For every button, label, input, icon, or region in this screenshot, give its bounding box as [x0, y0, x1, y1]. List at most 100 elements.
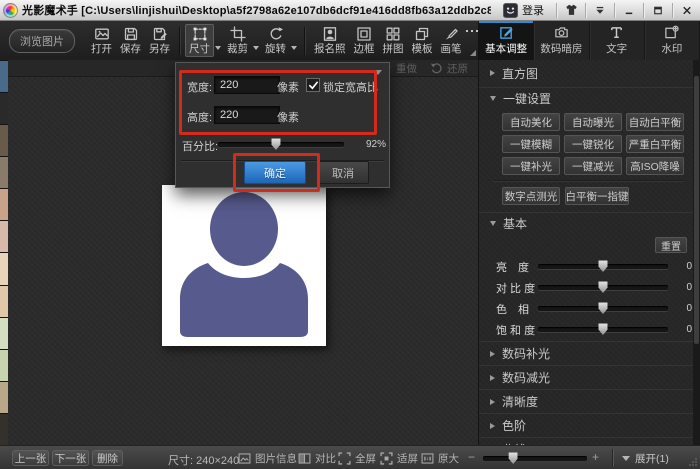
lock-aspect-checkbox[interactable]: [306, 78, 320, 92]
minimize-button[interactable]: [619, 2, 639, 18]
tab-text[interactable]: 文字: [590, 21, 645, 60]
onekey-extra-button[interactable]: 白平衡一指键: [565, 187, 629, 205]
image-size-text: 尺寸: 240×240: [168, 452, 239, 468]
onekey-button[interactable]: 自动美化: [502, 113, 560, 131]
title-bar: 光影魔术手 [C:\Users\linjishui\Desktop\a5f279…: [0, 0, 700, 21]
dropdown-caret-icon[interactable]: [215, 46, 221, 50]
onekey-button[interactable]: 一键补光: [502, 157, 560, 175]
login-label: 登录: [522, 2, 544, 18]
filmstrip-edge[interactable]: [0, 60, 8, 445]
slider-track[interactable]: [538, 264, 668, 269]
toolbar-item-brush[interactable]: 画笔: [437, 24, 466, 57]
toolbar-item-crop[interactable]: 裁剪: [223, 24, 252, 57]
zoom-slider-handle[interactable]: [509, 452, 518, 464]
onekey-button[interactable]: 一键锐化: [564, 135, 622, 153]
fit-screen-button[interactable]: 适屏: [380, 451, 418, 466]
onekey-button[interactable]: 一键减光: [564, 157, 622, 175]
collapse-button[interactable]: [590, 2, 610, 18]
prev-image-button[interactable]: 上一张: [12, 450, 49, 466]
toolbar-item-rotate[interactable]: 旋转: [261, 24, 290, 57]
login-button[interactable]: 登录: [495, 2, 552, 18]
section-collapsed-1[interactable]: 数码减光: [479, 365, 693, 389]
slider-track[interactable]: [538, 327, 668, 332]
adjust-slider-row: 对 比 度0: [479, 277, 693, 298]
cancel-button[interactable]: 取消: [317, 161, 369, 184]
toolbar-item-save-as[interactable]: 另存: [145, 24, 174, 57]
maximize-icon: [651, 4, 665, 17]
width-input[interactable]: [214, 76, 280, 94]
toolbar-separator: [179, 27, 180, 55]
percent-slider-handle[interactable]: [271, 138, 280, 150]
slider-handle[interactable]: [599, 281, 608, 293]
section-onekey-settings[interactable]: 一键设置: [479, 87, 693, 109]
slider-track[interactable]: [538, 285, 668, 290]
section-collapsed-4[interactable]: 曲线: [479, 437, 693, 445]
onekey-button[interactable]: 一键模糊: [502, 135, 560, 153]
fullscreen-button[interactable]: 全屏: [338, 451, 376, 466]
width-unit-label: 像素: [277, 79, 299, 95]
toolbar-item-resize[interactable]: 尺寸: [185, 24, 214, 57]
onekey-button[interactable]: 自动曝光: [564, 113, 622, 131]
scrollbar-thumb[interactable]: [694, 76, 699, 344]
section-collapsed-3[interactable]: 色阶: [479, 413, 693, 437]
image-info-button[interactable]: 图片信息: [238, 451, 297, 466]
toolbar-item-save[interactable]: 保存: [116, 24, 145, 57]
person-avatar-graphic: [162, 185, 326, 345]
restore-label: 还原: [447, 61, 468, 76]
height-input[interactable]: [214, 106, 280, 124]
dialog-collapse-icon[interactable]: [374, 70, 382, 75]
height-label: 高度:: [187, 109, 212, 125]
section-collapsed-2[interactable]: 清晰度: [479, 389, 693, 413]
restore-button[interactable]: 还原: [429, 61, 468, 76]
reset-button[interactable]: 重置: [655, 237, 687, 253]
onekey-button[interactable]: 自动白平衡: [626, 113, 684, 131]
toolbar-item-border[interactable]: 边框: [350, 24, 379, 57]
toolbar-item-open[interactable]: 打开: [87, 24, 116, 57]
compare-button[interactable]: 对比: [298, 451, 336, 466]
expand-panel-button[interactable]: 展开(1): [622, 451, 669, 466]
onekey-button[interactable]: 严重白平衡: [626, 135, 684, 153]
width-label: 宽度:: [187, 79, 212, 95]
close-button[interactable]: [677, 2, 697, 18]
next-image-button[interactable]: 下一张: [52, 450, 89, 466]
tab-basic-adjust[interactable]: 基本调整: [479, 21, 534, 60]
onekey-extra-button[interactable]: 数字点测光: [502, 187, 560, 205]
expand-caret-icon: [622, 456, 630, 461]
text-icon: [609, 25, 624, 40]
dropdown-caret-icon[interactable]: [253, 46, 259, 50]
toolbar-item-template[interactable]: 模板: [408, 24, 437, 57]
section-basic[interactable]: 基本: [479, 212, 693, 234]
adjust-panel: 直方图 一键设置 自动美化自动曝光自动白平衡一键模糊一键锐化严重白平衡一键补光一…: [478, 60, 700, 445]
slider-handle[interactable]: [599, 302, 608, 314]
onekey-button[interactable]: 高ISO降噪: [626, 157, 684, 175]
ok-button[interactable]: 确定: [244, 161, 306, 184]
toolbar-item-collage[interactable]: 拼图: [379, 24, 408, 57]
collapsed-arrow-icon: [490, 423, 495, 429]
slider-handle[interactable]: [599, 260, 608, 272]
section-collapsed-0[interactable]: 数码补光: [479, 341, 693, 365]
dropdown-caret-icon[interactable]: [291, 46, 297, 50]
statusbar-separator: [612, 449, 613, 466]
section-histogram[interactable]: 直方图: [479, 62, 693, 84]
tab-darkroom[interactable]: 数码暗房: [534, 21, 589, 60]
zoom-out-button[interactable]: −: [468, 450, 475, 464]
browse-images-button[interactable]: 浏览图片: [9, 29, 75, 53]
corner-expander-icon: [470, 50, 476, 56]
zoom-slider-track[interactable]: [483, 456, 587, 461]
panel-scrollbar[interactable]: [693, 60, 700, 445]
app-logo-icon: [3, 3, 18, 18]
original-size-button[interactable]: 原大: [421, 451, 459, 466]
slider-handle[interactable]: [599, 323, 608, 335]
slider-track[interactable]: [538, 306, 668, 311]
delete-image-button[interactable]: 删除: [92, 450, 123, 466]
maximize-button[interactable]: [648, 2, 668, 18]
zoom-in-button[interactable]: +: [592, 450, 599, 464]
percent-slider-track[interactable]: [218, 142, 344, 147]
photo-image[interactable]: [162, 185, 326, 346]
theme-button[interactable]: [561, 2, 581, 18]
slider-label: 饱 和 度: [496, 322, 538, 338]
save-as-icon: [152, 26, 168, 42]
tab-watermark[interactable]: 水印: [645, 21, 700, 60]
toolbar-item-id-photo[interactable]: 报名照: [310, 24, 350, 57]
resize-grip-icon: [688, 457, 698, 467]
